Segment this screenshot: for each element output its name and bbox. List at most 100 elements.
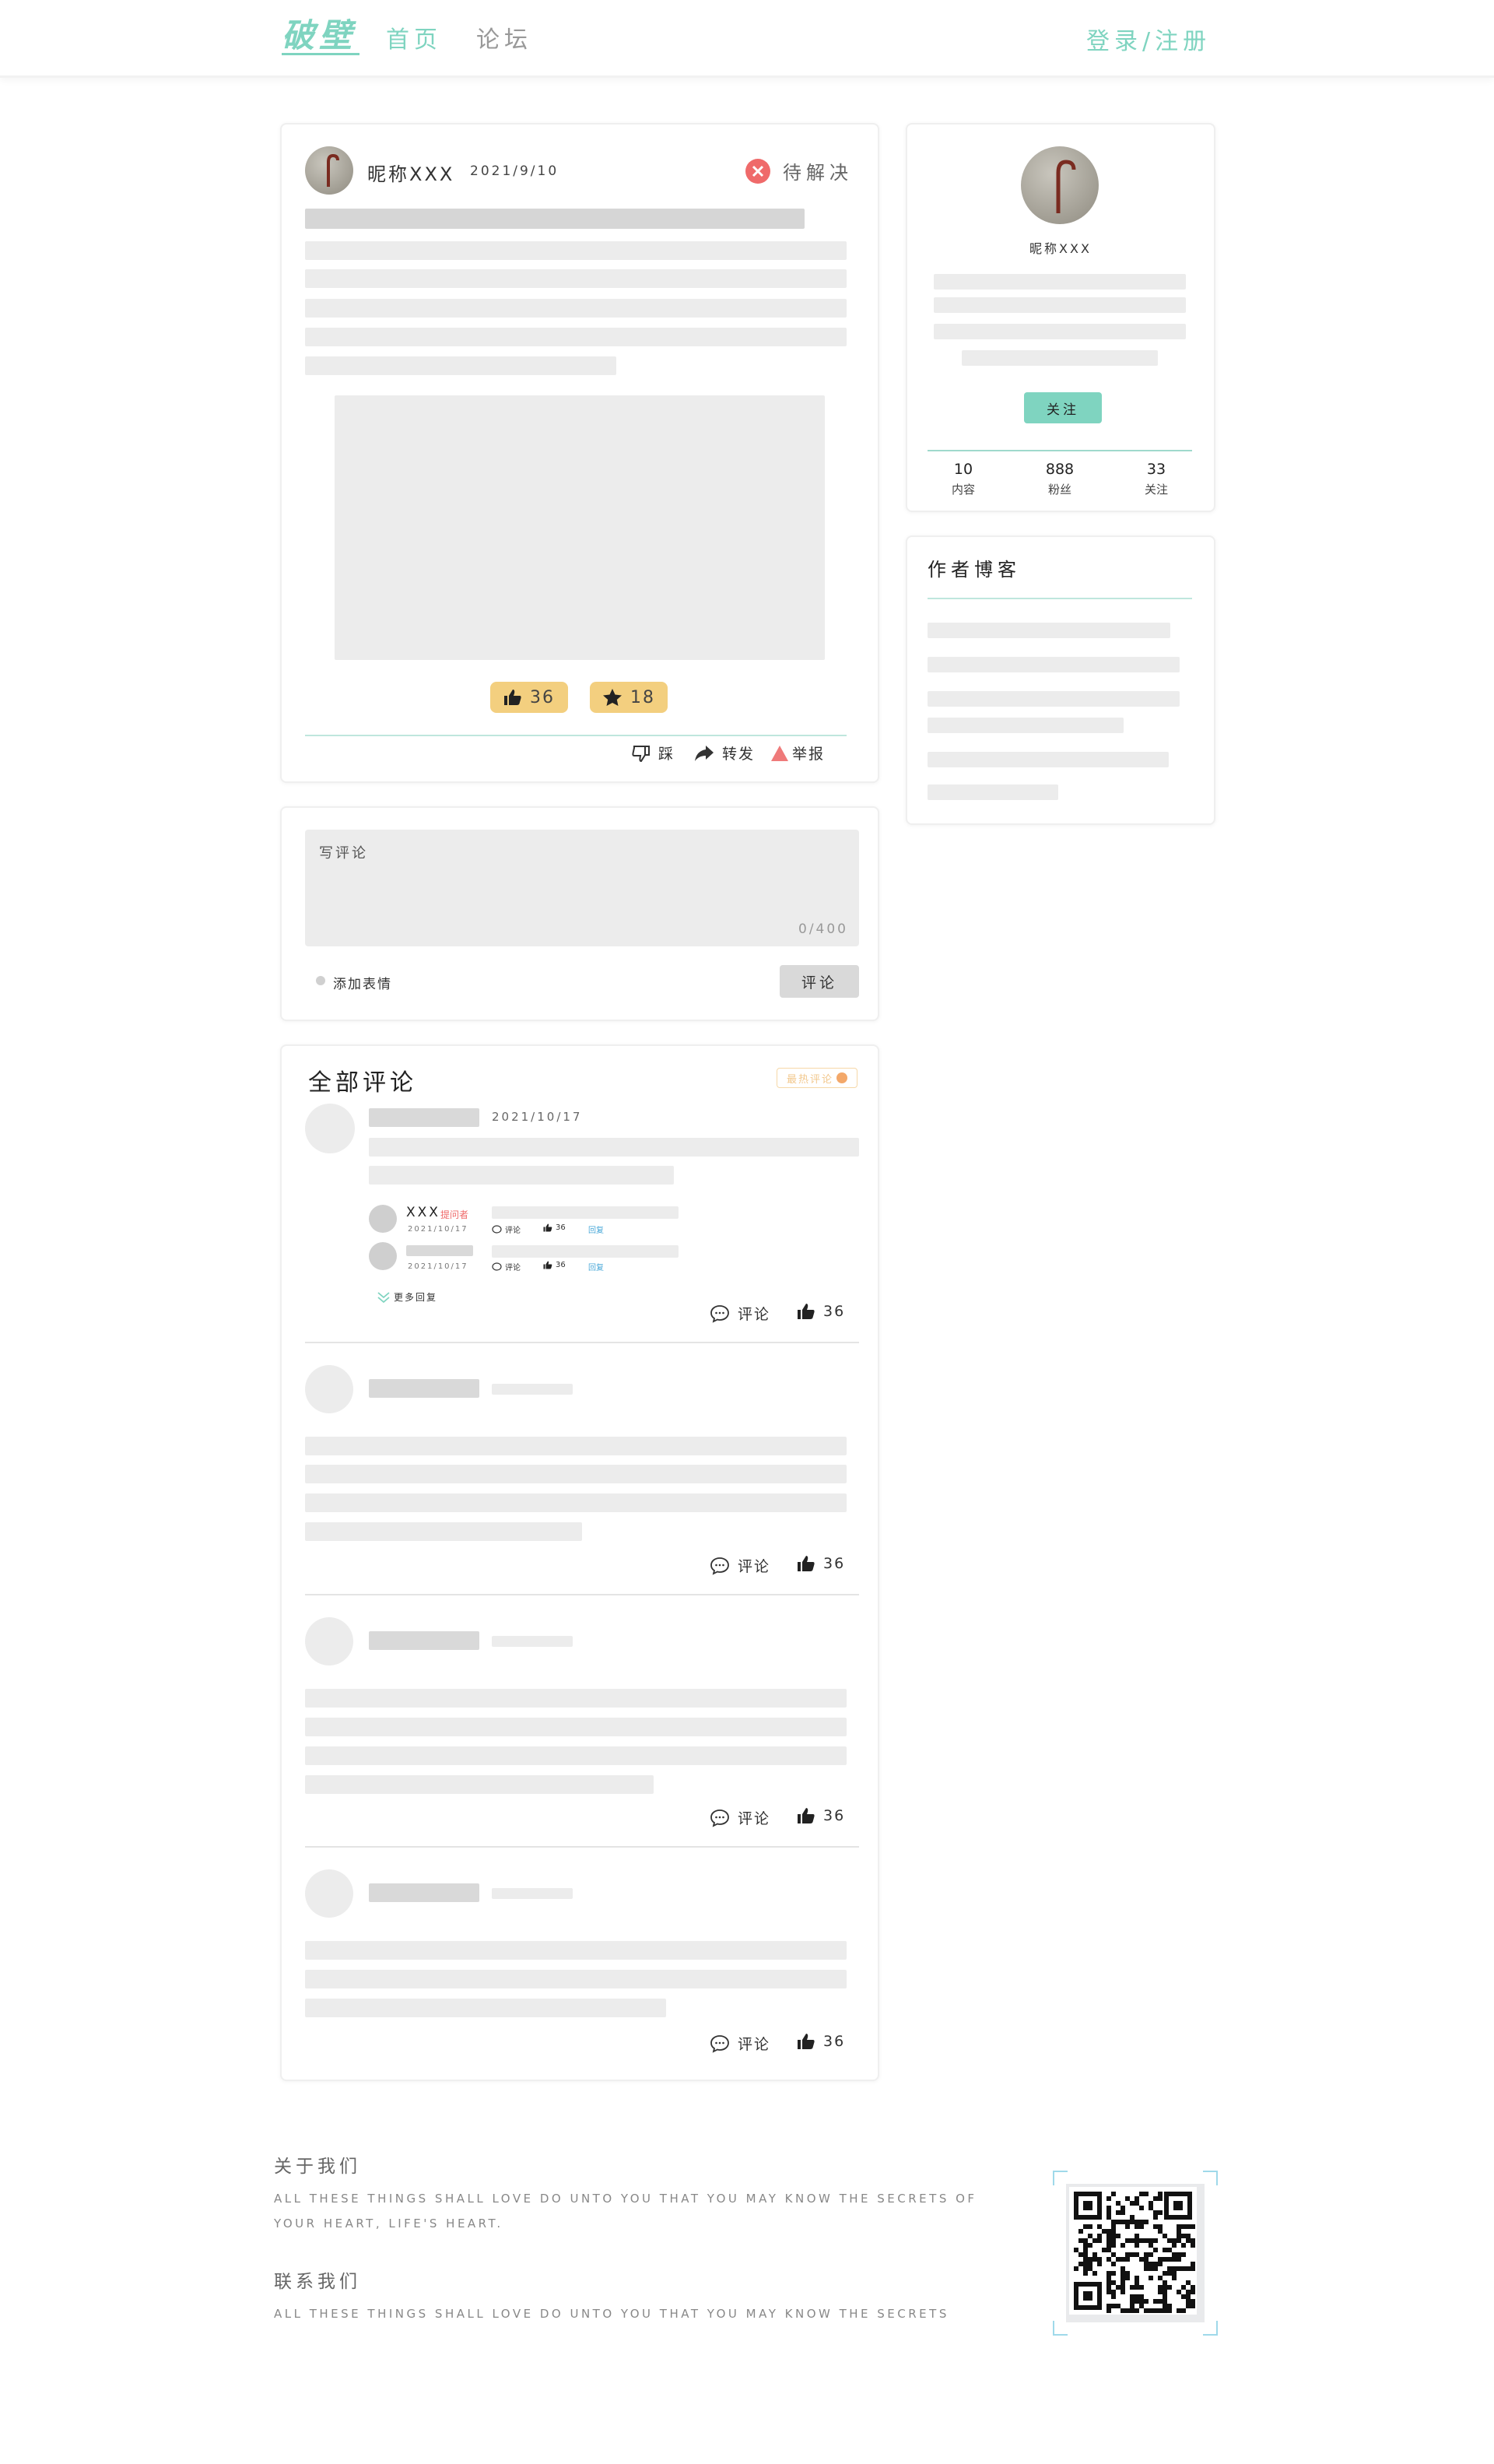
comment-textarea[interactable]: 写评论 0/400 bbox=[305, 830, 859, 946]
dislike-button[interactable]: 踩 bbox=[632, 742, 675, 763]
comment-divider bbox=[305, 1342, 859, 1343]
star-button[interactable]: 18 bbox=[590, 682, 668, 713]
thumb-up-icon bbox=[798, 1304, 815, 1319]
comment-text-line bbox=[305, 1437, 847, 1455]
reply-author-name[interactable]: XXX bbox=[406, 1205, 440, 1220]
commenter-name-placeholder bbox=[369, 1379, 479, 1398]
blog-entry-line[interactable] bbox=[928, 718, 1124, 733]
blog-entry-line[interactable] bbox=[928, 752, 1169, 767]
like-count: 36 bbox=[530, 687, 555, 707]
reply-reply-link[interactable]: 回复 bbox=[588, 1223, 604, 1235]
comment-placeholder: 写评论 bbox=[319, 845, 368, 862]
profile-bio-line bbox=[962, 350, 1158, 366]
comment-reply-button[interactable]: 评论 bbox=[710, 1303, 770, 1324]
reply-date: 2021/10/17 bbox=[408, 1262, 468, 1271]
post-title-placeholder bbox=[305, 209, 805, 229]
reply-like-button[interactable]: 36 bbox=[543, 1223, 566, 1232]
commenter-avatar[interactable] bbox=[305, 1869, 353, 1918]
star-count: 18 bbox=[630, 687, 655, 707]
reply-text-placeholder bbox=[492, 1206, 679, 1219]
commenter-name-placeholder bbox=[369, 1883, 479, 1902]
reply-reply-link[interactable]: 回复 bbox=[588, 1261, 604, 1272]
comment-reply-button[interactable]: 评论 bbox=[710, 1555, 770, 1576]
comment-date: 2021/10/17 bbox=[492, 1110, 583, 1124]
speech-bubble-icon bbox=[710, 1809, 729, 1827]
comment-like-button[interactable]: 36 bbox=[797, 1807, 845, 1824]
profile-name[interactable]: 昵称XXX bbox=[906, 238, 1215, 257]
reply-text-placeholder bbox=[492, 1245, 679, 1258]
author-name[interactable]: 昵称XXX bbox=[367, 159, 454, 186]
add-emoji-button[interactable]: 添加表情 bbox=[333, 973, 392, 992]
status-badge: 待解决 bbox=[783, 162, 853, 184]
star-icon bbox=[603, 689, 622, 706]
blog-entry-line[interactable] bbox=[928, 784, 1058, 800]
thumb-up-icon bbox=[798, 1556, 815, 1571]
follow-button[interactable]: 关注 bbox=[1024, 392, 1102, 423]
status-close-icon bbox=[745, 159, 770, 184]
like-button[interactable]: 36 bbox=[490, 682, 568, 713]
fire-icon bbox=[836, 1072, 847, 1083]
share-arrow-icon bbox=[695, 745, 714, 761]
comment-text-line bbox=[369, 1166, 674, 1185]
comment-text-line bbox=[305, 1999, 666, 2017]
author-avatar[interactable] bbox=[305, 146, 353, 195]
commenter-avatar[interactable] bbox=[305, 1104, 355, 1153]
stat-content[interactable]: 10 内容 bbox=[917, 461, 1010, 497]
comments-title: 全部评论 bbox=[308, 1069, 417, 1097]
comment-text-line bbox=[305, 1465, 847, 1483]
post-text-line bbox=[305, 269, 847, 288]
comments-card bbox=[280, 1044, 879, 2081]
speech-bubble-icon bbox=[710, 1557, 729, 1575]
commenter-name-placeholder bbox=[369, 1631, 479, 1650]
profile-divider bbox=[928, 450, 1192, 451]
reply-comment-button[interactable]: 评论 bbox=[492, 1261, 521, 1272]
reply-comment-button[interactable]: 评论 bbox=[492, 1223, 521, 1235]
comment-like-button[interactable]: 36 bbox=[797, 2033, 845, 2050]
thumb-up-icon bbox=[543, 1223, 552, 1232]
post-divider bbox=[305, 735, 847, 736]
reply-like-button[interactable]: 36 bbox=[543, 1261, 566, 1269]
nav-home[interactable]: 首页 bbox=[386, 20, 442, 54]
about-us-title: 关于我们 bbox=[274, 2157, 361, 2177]
reply-avatar[interactable] bbox=[369, 1242, 397, 1270]
commenter-avatar[interactable] bbox=[305, 1617, 353, 1665]
comment-like-button[interactable]: 36 bbox=[797, 1303, 845, 1320]
commenter-name-placeholder bbox=[369, 1108, 479, 1127]
contact-us-text: ALL THESE THINGS SHALL LOVE DO UNTO YOU … bbox=[274, 2307, 949, 2321]
stat-fans[interactable]: 888 粉丝 bbox=[1013, 461, 1106, 497]
asker-badge: 提问者 bbox=[440, 1209, 469, 1220]
comment-like-button[interactable]: 36 bbox=[797, 1555, 845, 1572]
share-button[interactable]: 转发 bbox=[694, 742, 755, 763]
comment-divider bbox=[305, 1846, 859, 1848]
comment-text-line bbox=[305, 1775, 654, 1794]
speech-bubble-icon bbox=[710, 2034, 729, 2053]
comment-reply-button[interactable]: 评论 bbox=[710, 1807, 770, 1828]
blog-entry-line[interactable] bbox=[928, 691, 1180, 707]
logo[interactable]: 破壁 bbox=[282, 9, 356, 57]
blog-entry-line[interactable] bbox=[928, 623, 1170, 638]
post-text-line bbox=[305, 328, 847, 346]
profile-avatar[interactable] bbox=[1021, 146, 1099, 224]
reply-avatar[interactable] bbox=[369, 1205, 397, 1233]
blog-title-divider bbox=[928, 598, 1192, 599]
post-date: 2021/9/10 bbox=[470, 163, 559, 179]
stat-following[interactable]: 33 关注 bbox=[1110, 461, 1203, 497]
about-us-text-line-2: YOUR HEART, LIFE'S HEART. bbox=[274, 2217, 503, 2231]
author-blog-title: 作者博客 bbox=[928, 559, 1021, 581]
nav-forum[interactable]: 论坛 bbox=[476, 20, 532, 54]
warning-triangle-icon bbox=[771, 745, 788, 761]
login-register-link[interactable]: 登录/注册 bbox=[1086, 22, 1211, 56]
header: 破壁 首页 论坛 登录/注册 bbox=[0, 0, 1494, 78]
sort-hot-button[interactable]: 最热评论 bbox=[777, 1068, 857, 1088]
comment-reply-button[interactable]: 评论 bbox=[710, 2033, 770, 2054]
thumb-up-icon bbox=[504, 690, 521, 705]
profile-bio-line bbox=[934, 297, 1186, 313]
report-button[interactable]: 举报 bbox=[770, 742, 825, 763]
blog-entry-line[interactable] bbox=[928, 657, 1180, 672]
commenter-avatar[interactable] bbox=[305, 1365, 353, 1413]
submit-comment-button[interactable]: 评论 bbox=[780, 965, 859, 998]
more-replies-button[interactable]: 更多回复 bbox=[377, 1290, 437, 1304]
comment-text-line bbox=[305, 1689, 847, 1708]
post-image-placeholder bbox=[335, 395, 825, 660]
post-text-line bbox=[305, 299, 847, 318]
